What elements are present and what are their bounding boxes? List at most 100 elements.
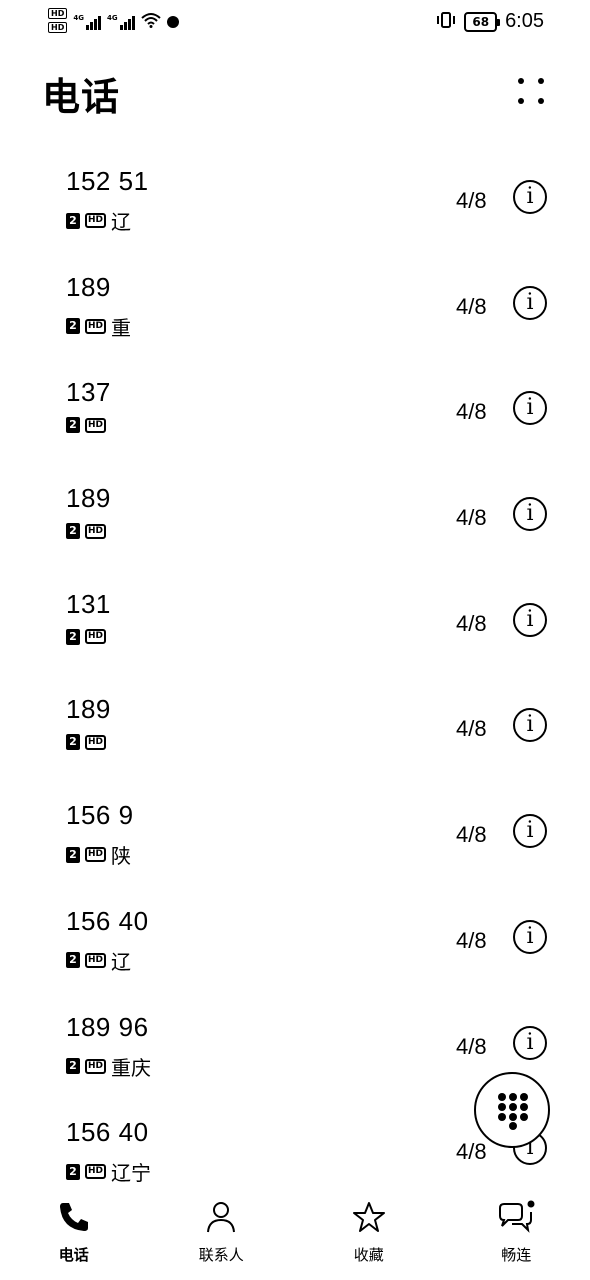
hd-call-icon: HD (85, 417, 107, 433)
sim-slot-icon: 2 (66, 1058, 80, 1074)
battery-icon: 68 (464, 11, 500, 32)
info-icon[interactable]: i (513, 1025, 547, 1060)
status-left-icons: HD HD 4G 4G (48, 8, 179, 33)
call-meta: 2 HD (66, 523, 111, 540)
call-meta: 2 HD 重 (66, 312, 131, 341)
call-date: 4/8 (456, 927, 487, 953)
hd-call-icon: HD (85, 1058, 107, 1074)
caller-location: 辽 (111, 210, 132, 234)
hd-call-icon: HD (85, 1164, 107, 1180)
notification-badge-icon (166, 16, 179, 28)
more-options-icon[interactable] (516, 76, 546, 106)
hd-indicator-sim2: HD (48, 22, 68, 33)
call-date: 4/8 (456, 822, 487, 848)
nav-tab-favorites[interactable]: 收藏 (295, 1196, 443, 1280)
hd-indicator-sim1: HD (48, 8, 68, 19)
nav-tab-contacts[interactable]: 联系人 (148, 1196, 296, 1280)
call-date: 4/8 (456, 399, 487, 425)
phone-number: 156 9 (66, 800, 134, 831)
meetime-icon (443, 1196, 590, 1234)
hd-call-icon: HD (85, 213, 107, 228)
nav-label: 联系人 (198, 1246, 244, 1264)
call-date: 4/8 (456, 610, 487, 636)
hd-call-icon: HD (85, 523, 107, 539)
sim-slot-icon: 2 (66, 734, 80, 751)
hd-call-icon: HD (85, 734, 107, 750)
dialpad-icon (498, 1093, 528, 1130)
page-title: 电话 (42, 75, 121, 119)
info-icon[interactable]: i (513, 285, 547, 320)
dialpad-button[interactable] (474, 1072, 550, 1148)
call-meta: 2 HD 辽 (66, 206, 131, 235)
hd-call-icon: HD (85, 847, 107, 863)
call-log-row[interactable]: 131 2 HD 4/8 i (0, 573, 590, 679)
info-icon[interactable]: i (513, 180, 547, 214)
call-date: 4/8 (456, 716, 487, 742)
caller-location: 辽 (111, 949, 132, 974)
contact-icon (148, 1196, 296, 1234)
call-meta: 2 HD 陕 (66, 840, 131, 869)
clock: 6:05 (505, 10, 544, 32)
sim-slot-icon: 2 (66, 1163, 80, 1180)
nav-label: 收藏 (353, 1246, 384, 1264)
volte-indicators: HD HD (48, 8, 68, 33)
call-date: 4/8 (456, 188, 487, 213)
star-icon (295, 1196, 443, 1234)
phone-number: 131 (66, 588, 111, 619)
call-log-row[interactable]: 156 40 2 HD 辽 4/8 i (0, 890, 590, 996)
sim-slot-icon: 2 (66, 846, 80, 863)
phone-number: 156 40 (66, 905, 149, 936)
call-log-row[interactable]: 189 2 HD 4/8 i (0, 467, 590, 573)
caller-location: 辽宁 (111, 1161, 152, 1186)
phone-number: 137 (66, 377, 111, 408)
signal-sim1-icon: 4G (73, 14, 101, 30)
hd-call-icon: HD (85, 318, 107, 334)
call-meta: 2 HD (66, 628, 111, 645)
nav-tab-phone[interactable]: 电话 (0, 1196, 148, 1280)
call-date: 4/8 (456, 293, 487, 319)
status-bar: HD HD 4G 4G 68 6:05 (0, 0, 590, 44)
sim-slot-icon: 2 (66, 212, 80, 229)
sim-slot-icon: 2 (66, 523, 80, 540)
phone-number: 189 (66, 483, 111, 514)
sim-slot-icon: 2 (66, 952, 80, 969)
phone-number: 189 (66, 694, 111, 725)
status-right-icons: 68 6:05 (436, 10, 544, 33)
info-icon[interactable]: i (513, 391, 547, 426)
call-meta: 2 HD (66, 734, 111, 751)
call-log-row[interactable]: 189 2 HD 重 4/8 i (0, 256, 590, 362)
sim-slot-icon: 2 (66, 417, 80, 434)
call-log-row[interactable]: 137 2 HD 4/8 i (0, 361, 590, 467)
nav-label: 畅连 (501, 1246, 532, 1264)
vibrate-icon (436, 11, 456, 33)
info-icon[interactable]: i (513, 708, 547, 743)
call-date: 4/8 (456, 505, 487, 531)
call-log-row[interactable]: 152 51 2 HD 辽 4/8 i (0, 150, 590, 256)
call-log-row[interactable]: 189 2 HD 4/8 i (0, 678, 590, 784)
info-icon[interactable]: i (513, 919, 547, 954)
call-date: 4/8 (456, 1139, 487, 1165)
hd-call-icon: HD (85, 629, 107, 645)
sim-slot-icon: 2 (66, 318, 80, 335)
nav-label: 电话 (58, 1246, 89, 1264)
call-meta: 2 HD 辽宁 (66, 1157, 151, 1186)
phone-number: 189 (66, 271, 111, 302)
info-icon[interactable]: i (513, 602, 547, 637)
sim-slot-icon: 2 (66, 628, 80, 645)
signal-sim2-icon: 4G (107, 14, 135, 30)
phone-icon (0, 1196, 148, 1234)
call-log-row[interactable]: 156 9 2 HD 陕 4/8 i (0, 784, 590, 890)
caller-location: 重庆 (111, 1055, 152, 1080)
info-icon[interactable]: i (513, 497, 547, 532)
info-icon[interactable]: i (513, 814, 547, 849)
phone-number: 152 51 (66, 166, 149, 196)
call-meta: 2 HD (66, 417, 111, 434)
phone-number: 189 96 (66, 1011, 149, 1042)
call-log-list: 152 51 2 HD 辽 4/8 i 189 2 HD 重 4/8 i 137… (0, 150, 590, 1207)
nav-tab-meetime[interactable]: 畅连 (443, 1196, 590, 1280)
phone-number: 156 40 (66, 1117, 149, 1148)
bottom-nav: 电话 联系人 收藏 畅连 (0, 1196, 590, 1280)
call-meta: 2 HD 重庆 (66, 1052, 151, 1081)
caller-location: 重 (111, 315, 132, 340)
hd-call-icon: HD (85, 952, 107, 968)
